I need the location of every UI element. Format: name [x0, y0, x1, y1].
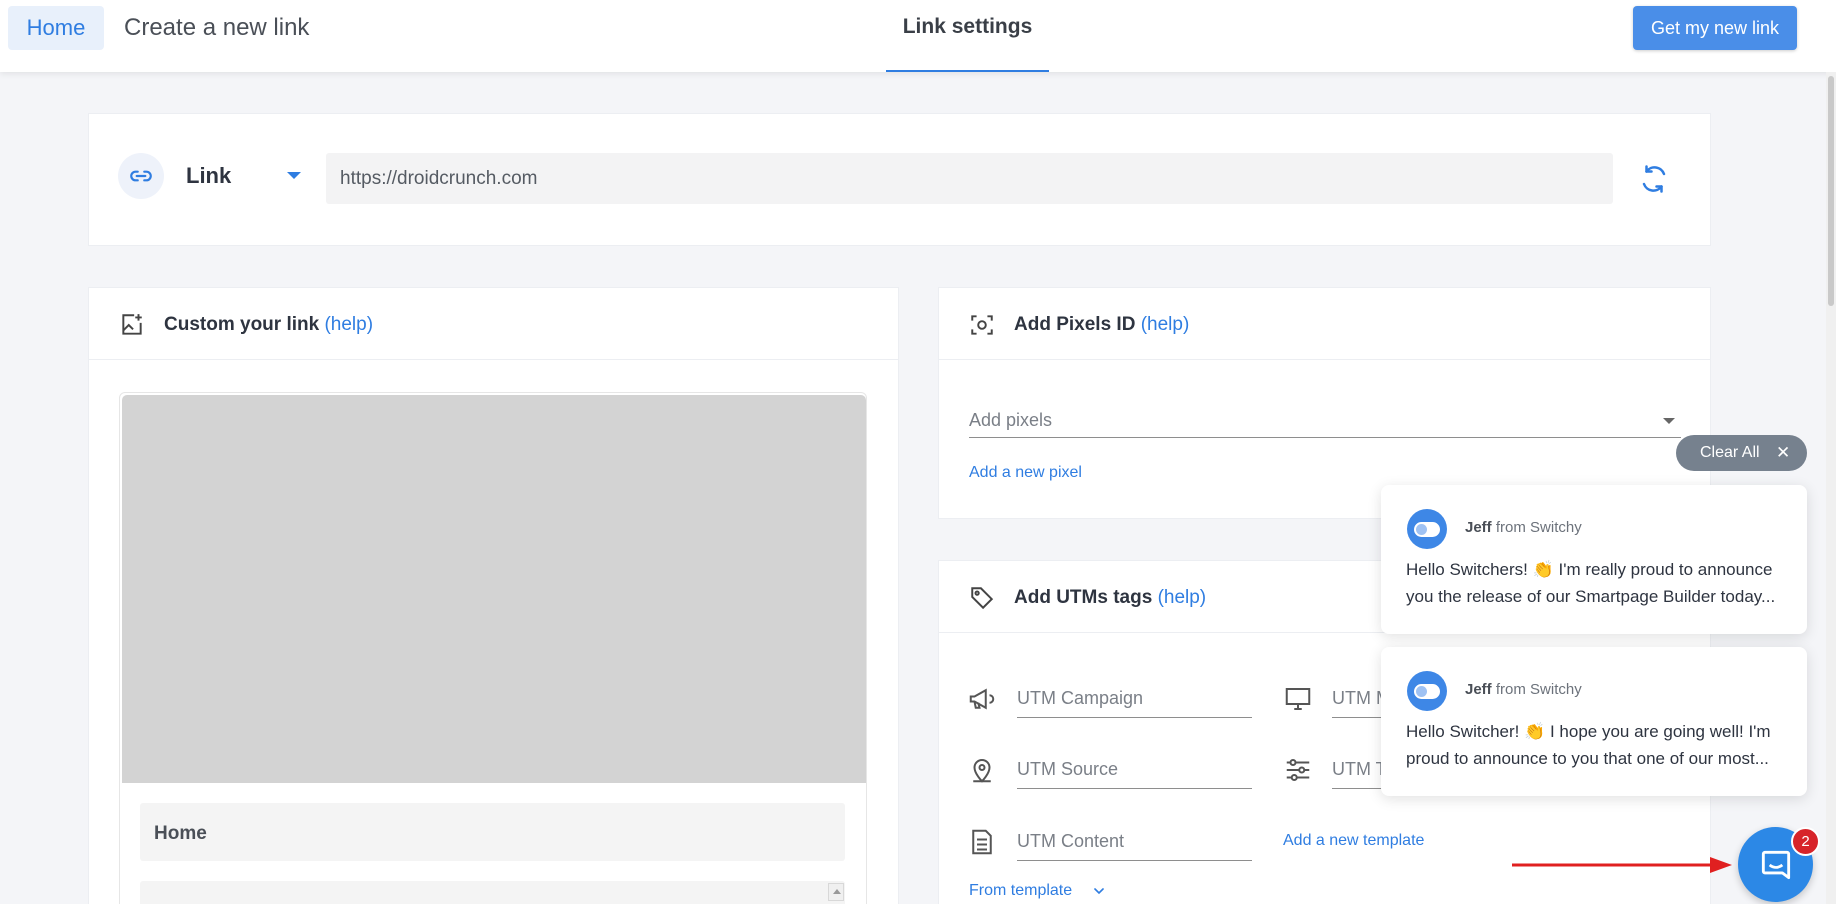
add-new-pixel-link[interactable]: Add a new pixel: [969, 464, 1082, 482]
home-button[interactable]: Home: [8, 6, 104, 50]
message-line: Hello Switcher! 👏 I hope you are going w…: [1406, 722, 1771, 741]
preview-scroll-up-arrow[interactable]: [828, 883, 844, 901]
utm-content-input[interactable]: UTM Content: [1017, 827, 1252, 861]
utm-help-link[interactable]: (help): [1158, 587, 1207, 608]
utm-title-text: Add UTMs tags: [1014, 587, 1153, 608]
document-icon: [972, 829, 992, 855]
page-title: Create a new link: [124, 14, 310, 41]
add-new-template-link[interactable]: Add a new template: [1283, 832, 1424, 850]
notification-sender: Jeff from Switchy: [1465, 519, 1582, 536]
focus-target-icon: [971, 315, 993, 335]
destination-url-input[interactable]: [326, 153, 1613, 204]
notification-card[interactable]: Jeff from Switchy Hello Switchers! 👏 I'm…: [1381, 485, 1807, 634]
preview-image-placeholder[interactable]: [122, 395, 866, 783]
sender-name: Jeff: [1465, 519, 1492, 536]
notification-message: Hello Switchers! 👏 I'm really proud to a…: [1406, 556, 1791, 610]
pixels-title-text: Add Pixels ID: [1014, 314, 1136, 335]
link-card: Link: [88, 113, 1711, 246]
add-pixels-placeholder: Add pixels: [969, 410, 1053, 430]
link-icon: [130, 170, 152, 182]
notification-card[interactable]: Jeff from Switchy Hello Switcher! 👏 I ho…: [1381, 647, 1807, 796]
tab-link-settings[interactable]: Link settings: [886, 0, 1049, 72]
pixels-title: Add Pixels ID (help): [1014, 314, 1189, 336]
clear-all-label: Clear All: [1700, 444, 1760, 461]
utm-source-input[interactable]: UTM Source: [1017, 755, 1252, 789]
sender-suffix: from Switchy: [1495, 519, 1582, 536]
message-line: Hello Switchers! 👏 I'm really proud to a…: [1406, 560, 1773, 579]
add-pixels-select[interactable]: Add pixels: [969, 406, 1681, 438]
custom-link-help-link[interactable]: (help): [324, 314, 373, 335]
switchy-logo-icon: [1414, 683, 1440, 699]
link-type-label[interactable]: Link: [186, 163, 231, 189]
chevron-down-icon[interactable]: [1663, 418, 1675, 424]
close-icon: ✕: [1776, 443, 1791, 462]
image-add-icon: [122, 314, 142, 335]
get-my-new-link-button[interactable]: Get my new link: [1633, 6, 1797, 50]
notification-sender: Jeff from Switchy: [1465, 681, 1582, 698]
preview-description-field[interactable]: [140, 881, 845, 904]
custom-link-card: Custom your link (help) Home: [88, 287, 899, 904]
utm-campaign-input[interactable]: UTM Campaign: [1017, 684, 1252, 718]
sender-suffix: from Switchy: [1495, 681, 1582, 698]
unread-count-badge: 2: [1791, 827, 1820, 856]
top-bar: Home Create a new link Link settings Get…: [0, 0, 1836, 72]
link-preview: Home: [119, 392, 867, 904]
chat-bubble-icon: [1761, 850, 1790, 879]
custom-link-title-text: Custom your link: [164, 314, 320, 335]
monitor-icon: [1285, 688, 1311, 710]
custom-link-title: Custom your link (help): [164, 314, 373, 336]
switchy-logo-icon: [1414, 521, 1440, 537]
sender-name: Jeff: [1465, 681, 1492, 698]
refresh-icon[interactable]: [1639, 164, 1669, 194]
message-line: proud to announce to you that one of our…: [1406, 749, 1769, 768]
from-template-dropdown[interactable]: From template: [969, 882, 1072, 900]
notification-message: Hello Switcher! 👏 I hope you are going w…: [1406, 718, 1791, 772]
megaphone-icon: [969, 688, 995, 710]
preview-title-field[interactable]: Home: [140, 803, 845, 861]
chevron-down-icon[interactable]: [1091, 883, 1107, 899]
pixels-header: Add Pixels ID (help): [939, 288, 1710, 360]
location-pin-icon: [973, 759, 991, 783]
utm-title: Add UTMs tags (help): [1014, 587, 1206, 609]
message-line: you the release of our Smartpage Builder…: [1406, 587, 1776, 606]
link-type-icon-wrap: [118, 153, 164, 199]
custom-link-header: Custom your link (help): [89, 288, 898, 360]
link-type-dropdown-caret-icon[interactable]: [287, 172, 301, 179]
pixels-help-link[interactable]: (help): [1141, 314, 1190, 335]
avatar: [1407, 671, 1447, 711]
page-scrollbar-thumb[interactable]: [1828, 76, 1834, 306]
avatar: [1407, 509, 1447, 549]
clear-all-notifications-button[interactable]: Clear All ✕: [1676, 435, 1807, 471]
annotation-arrow-icon: [1512, 857, 1732, 873]
tag-icon: [971, 587, 994, 610]
sliders-icon: [1286, 759, 1310, 781]
